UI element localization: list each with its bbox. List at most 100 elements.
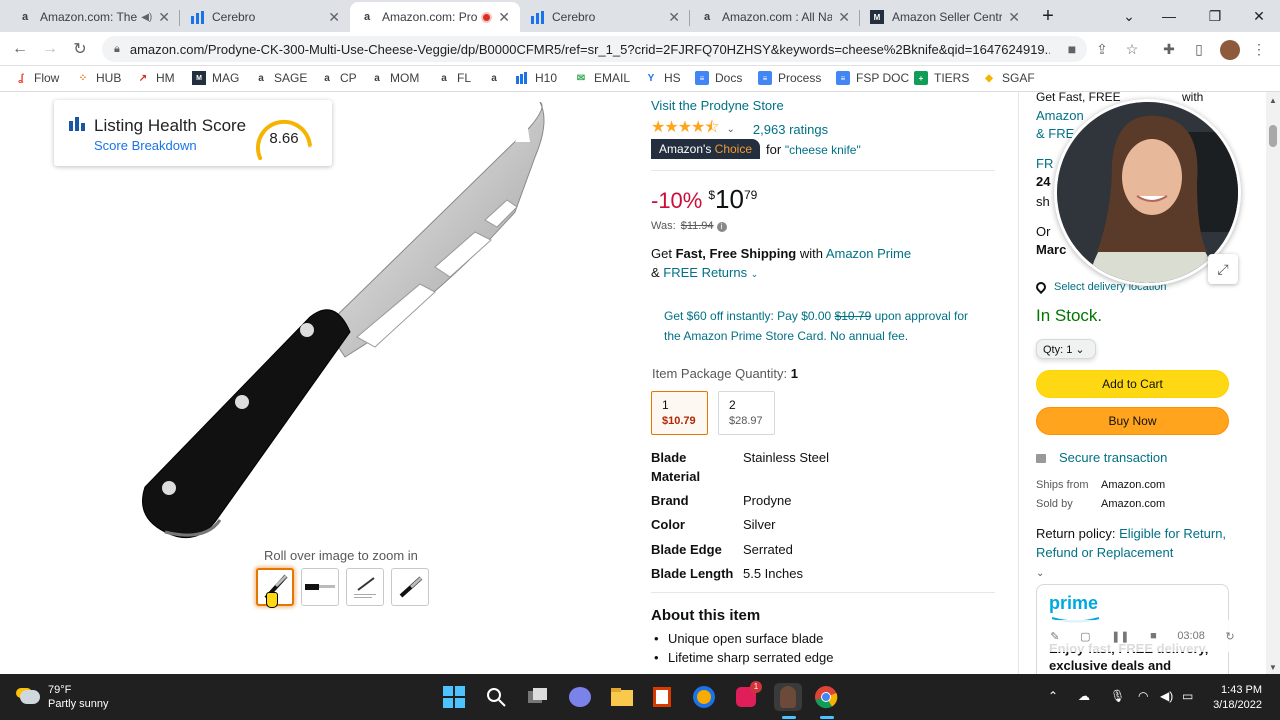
bookmark-docs[interactable]: ≡ Docs	[695, 71, 742, 85]
pause-icon[interactable]: ❚❚	[1111, 630, 1129, 643]
info-icon[interactable]: i	[716, 222, 727, 232]
tab-amazon-all-natural[interactable]: a Amazon.com : All Nat ✕	[690, 2, 860, 32]
amazons-choice-row: Amazon's Choice for "cheese knife"	[651, 139, 861, 159]
close-window-button[interactable]: ✕	[1236, 0, 1280, 32]
url-bar[interactable]: 🔒︎ amazon.com/Prodyne-CK-300-Multi-Use-C…	[102, 36, 1087, 62]
search-icon[interactable]	[482, 683, 510, 711]
bookmark-star-icon[interactable]: ☆	[1123, 40, 1141, 58]
tab-cerebro-1[interactable]: Cerebro ✕	[180, 2, 350, 32]
back-button[interactable]: ←	[8, 38, 32, 60]
sheets-icon: +	[914, 71, 928, 85]
quantity-option-2[interactable]: 2 $28.97	[718, 391, 775, 435]
system-clock[interactable]: 1:43 PM 3/18/2022	[1200, 683, 1262, 713]
battery-icon[interactable]: ▭	[1182, 689, 1193, 703]
bookmark-email[interactable]: ✉ EMAIL	[574, 71, 630, 85]
tab-amazon-active[interactable]: a Amazon.com: Pro ✕	[350, 2, 520, 32]
product-main-image[interactable]	[135, 102, 555, 542]
choice-keyword-link[interactable]: "cheese knife"	[785, 143, 861, 157]
tab-title: Amazon.com : All Nat	[722, 10, 833, 24]
prime-card-promo[interactable]: Get $60 off instantly: Pay $0.00 $10.79 …	[664, 306, 974, 346]
slack-icon[interactable]: 1	[732, 681, 762, 711]
ratings-count-link[interactable]: 2,963 ratings	[753, 122, 828, 137]
task-view-icon[interactable]	[524, 683, 552, 711]
close-tab-icon[interactable]: ✕	[158, 9, 170, 26]
video-recorder-app-icon[interactable]	[774, 683, 802, 711]
scroll-up-icon[interactable]: ▲	[1269, 96, 1277, 105]
video-controls-overlay[interactable]: ✎ ▢ ❚❚ ■ 03:08 ↻	[1040, 620, 1245, 652]
bookmark-process[interactable]: ≡ Process	[758, 71, 821, 85]
bookmark-hs[interactable]: Y HS	[644, 71, 681, 85]
chevron-down-icon[interactable]: ⌄	[727, 124, 735, 135]
bookmark-hm[interactable]: ↗ HM	[136, 71, 175, 85]
scroll-thumb[interactable]	[1269, 125, 1277, 147]
bookmark-flow[interactable]: ʆ Flow	[14, 71, 59, 85]
tab-cerebro-2[interactable]: Cerebro ✕	[520, 2, 690, 32]
feature-bullet: Lifetime sharp serrated edge	[654, 650, 834, 665]
tab-seller-central[interactable]: M Amazon Seller Centra ✕	[860, 2, 1030, 32]
extensions-puzzle-icon[interactable]: ✚	[1160, 40, 1178, 58]
speaker-icon[interactable]: ◀)	[141, 12, 152, 23]
microphone-icon[interactable]: 🎙︎	[1110, 689, 1125, 703]
stop-icon[interactable]: ■	[1150, 630, 1157, 642]
menu-kebab-icon[interactable]: ⋮	[1250, 40, 1268, 58]
chrome-canary-icon[interactable]	[690, 683, 718, 711]
forward-button[interactable]: →	[38, 38, 62, 60]
wifi-icon[interactable]: ◠	[1138, 689, 1148, 703]
close-tab-icon[interactable]: ✕	[498, 9, 510, 26]
office-app-icon[interactable]	[648, 683, 676, 711]
buy-now-button[interactable]: Buy Now	[1036, 407, 1229, 435]
expand-video-button[interactable]: ⤢	[1208, 254, 1238, 284]
free-returns-link[interactable]: FREE Returns	[663, 265, 747, 280]
bookmark-sgaf[interactable]: ◆ SGAF	[982, 71, 1035, 85]
bookmark-hub[interactable]: ⁘ HUB	[76, 71, 122, 85]
bookmark-sage[interactable]: a SAGE	[254, 71, 307, 85]
maximize-button[interactable]: ❐	[1192, 0, 1238, 32]
bookmark-h10[interactable]: H10	[515, 71, 557, 85]
thumbnail-3[interactable]	[346, 568, 384, 606]
chevron-down-icon[interactable]: ⌄	[751, 269, 759, 279]
tab-title: Amazon.com: The	[40, 10, 138, 24]
bookmark-amazon[interactable]: a	[487, 71, 507, 85]
tab-amazon-1[interactable]: a Amazon.com: The ◀) ✕	[8, 2, 180, 32]
store-link[interactable]: Visit the Prodyne Store	[651, 98, 784, 113]
chevron-down-icon[interactable]: ⌄	[1036, 568, 1044, 579]
scroll-down-icon[interactable]: ▼	[1269, 663, 1277, 672]
minimize-button[interactable]: —	[1146, 0, 1192, 32]
price-currency: $	[708, 188, 716, 202]
bookmark-tiers[interactable]: + TIERS	[914, 71, 969, 85]
chrome-icon[interactable]	[812, 683, 840, 711]
camera-icon[interactable]: ■	[1063, 40, 1081, 58]
new-tab-button[interactable]: +	[1025, 0, 1071, 32]
bookmark-cp[interactable]: a CP	[320, 71, 356, 85]
cloud-icon[interactable]: ☁	[1078, 689, 1090, 703]
windows-start-icon[interactable]	[440, 683, 468, 711]
close-tab-icon[interactable]: ✕	[328, 9, 340, 26]
weather-widget[interactable]: 79°F Partly sunny	[20, 683, 109, 711]
chevron-up-icon[interactable]: ⌃	[1048, 689, 1058, 703]
close-tab-icon[interactable]: ✕	[838, 9, 850, 26]
side-panel-icon[interactable]: ▯	[1190, 40, 1208, 58]
bookmark-mom[interactable]: a MOM	[370, 71, 419, 85]
restart-icon[interactable]: ↻	[1225, 630, 1234, 643]
amazon-prime-link[interactable]: Amazon Prime	[826, 246, 911, 261]
square-icon[interactable]: ▢	[1080, 630, 1090, 643]
close-tab-icon[interactable]: ✕	[1008, 9, 1020, 26]
thumbnail-2[interactable]	[301, 568, 339, 606]
add-to-cart-button[interactable]: Add to Cart	[1036, 370, 1229, 398]
volume-icon[interactable]: ◀)	[1160, 689, 1173, 703]
secure-transaction-link[interactable]: Secure transaction	[1036, 450, 1167, 465]
pen-icon[interactable]: ✎	[1050, 630, 1059, 643]
qty-dropdown[interactable]: Qty: 1 ⌄	[1036, 339, 1096, 359]
file-explorer-icon[interactable]	[608, 683, 636, 711]
bookmark-fsp-doc[interactable]: ≡ FSP DOC	[836, 71, 909, 85]
bookmark-fl[interactable]: a FL	[437, 71, 471, 85]
reload-button[interactable]: ↻	[68, 38, 92, 60]
close-tab-icon[interactable]: ✕	[668, 9, 680, 26]
page-scrollbar[interactable]: ▲ ▼	[1266, 92, 1280, 674]
quantity-option-1[interactable]: 1 $10.79	[651, 391, 708, 435]
bookmark-mag[interactable]: M MAG	[192, 71, 239, 85]
profile-avatar[interactable]	[1220, 40, 1240, 60]
teams-chat-icon[interactable]	[566, 683, 594, 711]
thumbnail-4[interactable]	[391, 568, 429, 606]
share-icon[interactable]: ⇪	[1093, 40, 1111, 58]
